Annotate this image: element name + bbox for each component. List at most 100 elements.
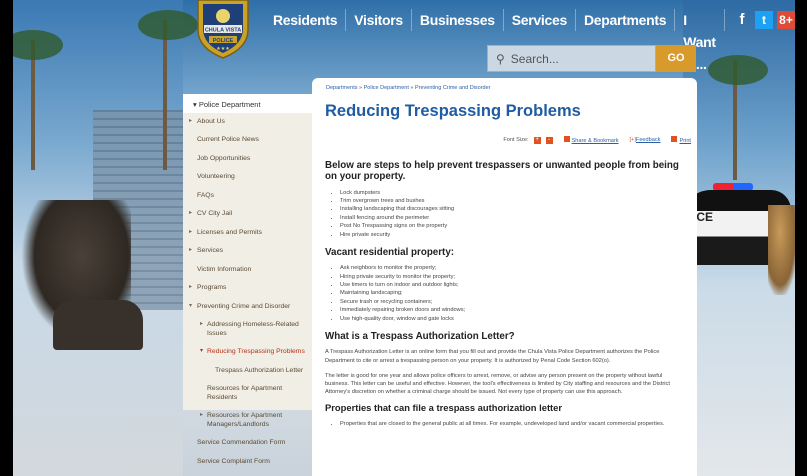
search-input[interactable]: [508, 50, 633, 67]
sidebar-item[interactable]: ▸ Programs: [183, 279, 312, 297]
font-size-label: Font Size:: [503, 137, 529, 143]
twitter-icon[interactable]: t: [755, 10, 773, 29]
search-go-button[interactable]: GO: [656, 45, 696, 72]
search-icon: ⚲: [496, 51, 505, 66]
chevron-right-icon: ▸: [189, 247, 193, 254]
breadcrumb-separator: »: [359, 85, 363, 91]
list-item: Ask neighbors to monitor the property;: [340, 264, 685, 272]
sidebar-item[interactable]: ▸ About Us: [183, 113, 312, 131]
breadcrumb-preventing-crime[interactable]: Preventing Crime and Disorder: [415, 85, 491, 91]
list-item: Post No Trespassing signs on the propert…: [340, 222, 685, 230]
feedback-link[interactable]: Feedback: [636, 137, 661, 143]
breadcrumb: Departments » Police Department » Preven…: [326, 85, 491, 91]
sidebar-items: ▸ About Us Current Police News Job Opportun…: [183, 113, 312, 476]
statue-base: [53, 300, 143, 350]
sidebar-item[interactable]: Service Commendation Form: [183, 434, 312, 452]
font-decrease-button[interactable]: -: [545, 136, 553, 144]
list-item: Lock dumpsters: [340, 189, 685, 197]
sidebar-item-label: Resources for Apartment Managers/Landlor…: [207, 412, 283, 428]
list-item: Properties that are closed to the genera…: [340, 420, 685, 428]
intro-heading: Below are steps to help prevent trespass…: [325, 160, 679, 183]
sidebar-item[interactable]: Service Complaint Form: [183, 453, 312, 471]
print-link[interactable]: Print: [679, 138, 691, 144]
sidebar-item[interactable]: ▸ Licenses and Permits: [183, 224, 312, 242]
chevron-right-icon: ▸: [189, 210, 193, 217]
chevron-down-icon: ▾: [189, 302, 193, 309]
intro-list: Lock dumpstersTrim overgrown trees and b…: [325, 189, 685, 239]
police-dog: [768, 205, 795, 295]
list-item: Maintaining landscaping;: [340, 289, 685, 297]
page-title: Reducing Trespassing Problems: [325, 102, 581, 120]
sidebar-item[interactable]: Resources for Apartment Residents: [183, 380, 312, 407]
letter-paragraph-1: A Trespass Authorization Letter is an on…: [325, 349, 660, 364]
chevron-right-icon: ▸: [189, 118, 193, 124]
sidebar-item[interactable]: ▾ Reducing Trespassing Problems: [183, 343, 312, 361]
sidebar-item[interactable]: Current Police News: [183, 131, 312, 149]
sidebar-item-label: Programs: [197, 284, 227, 292]
sidebar-item[interactable]: Contact Us: [183, 471, 312, 476]
chevron-right-icon: ▸: [200, 321, 204, 328]
nav-visitors[interactable]: Visitors: [346, 8, 412, 31]
list-item: Install fencing around the perimeter: [340, 214, 685, 222]
sidebar-item-label: Victim Information: [197, 265, 252, 273]
share-bookmark-link[interactable]: Share & Bookmark: [572, 138, 619, 144]
nav-residents[interactable]: Residents: [265, 8, 347, 31]
logo-text-top: CHULA VISTA: [205, 28, 241, 34]
sidebar-item[interactable]: Victim Information: [183, 261, 312, 279]
search-field[interactable]: ⚲: [487, 45, 656, 72]
sidebar-item[interactable]: Trespass Authorization Letter: [183, 362, 312, 380]
sidebar-nav: ▾ Police Department ▸ About Us Current Pol…: [183, 94, 312, 465]
sidebar-item[interactable]: Volunteering: [183, 168, 312, 186]
social-links: f t 8+: [733, 10, 795, 29]
list-item: Trim overgrown trees and bushes: [340, 197, 685, 205]
breadcrumb-separator: »: [410, 85, 414, 91]
sidebar-item-label: About Us: [197, 118, 225, 125]
sidebar-item[interactable]: FAQs: [183, 187, 312, 205]
list-item: Immediately repairing broken doors and w…: [340, 306, 685, 314]
google-plus-icon[interactable]: 8+: [777, 10, 795, 29]
properties-list: Properties that are closed to the genera…: [325, 420, 685, 428]
sidebar-item[interactable]: ▸ CV City Jail: [183, 205, 312, 223]
breadcrumb-police-department[interactable]: Police Department: [364, 85, 409, 91]
page-tools: Font Size: + - Share & Bookmark [+]Feedb…: [503, 136, 691, 144]
sidebar-item[interactable]: ▸ Services: [183, 242, 312, 260]
letter-paragraph-2: The letter is good for one year and allo…: [325, 372, 670, 396]
palm-tree: [163, 20, 167, 170]
vacant-heading: Vacant residential property:: [325, 246, 455, 258]
sidebar-item-label: Services: [197, 247, 224, 255]
logo-stars: ★★★: [216, 46, 230, 52]
list-item: Hire private security: [340, 231, 685, 239]
breadcrumb-departments[interactable]: Departments: [326, 85, 358, 91]
print-icon: [671, 136, 678, 142]
sidebar-item[interactable]: ▾ Preventing Crime and Disorder: [183, 298, 312, 316]
search-bar: ⚲ GO: [487, 45, 696, 72]
nav-businesses[interactable]: Businesses: [412, 8, 504, 31]
vacant-list: Ask neighbors to monitor the property;Hi…: [325, 264, 685, 323]
share-icon: [563, 136, 570, 142]
list-item: Use timers to turn on indoor and outdoor…: [340, 281, 685, 289]
sidebar-item[interactable]: ▸ Resources for Apartment Managers/Landlo…: [183, 407, 312, 434]
sidebar-item-label: Reducing Trespassing Problems: [207, 348, 305, 356]
list-item: Hiring private security to monitor the p…: [340, 273, 685, 281]
facebook-icon[interactable]: f: [733, 11, 751, 29]
sidebar-item[interactable]: Job Opportunities: [183, 150, 312, 168]
nav-i-want-to[interactable]: I Want to...: [675, 8, 725, 72]
sidebar-item-label: Trespass Authorization Letter: [215, 366, 304, 374]
list-item: Secure trash or recycling containers;: [340, 298, 685, 306]
sidebar-heading[interactable]: ▾ Police Department: [183, 94, 312, 113]
sidebar-item-label: Licenses and Permits: [197, 228, 262, 236]
sidebar-item-label: Job Opportunities: [197, 154, 251, 162]
top-navigation: Residents Visitors Businesses Services D…: [265, 5, 795, 72]
sidebar-item-label: Volunteering: [197, 173, 235, 181]
nav-services[interactable]: Services: [504, 8, 576, 31]
chula-vista-police-logo[interactable]: CHULA VISTA POLICE ★★★: [192, 0, 254, 60]
chevron-down-icon: ▾: [200, 348, 204, 355]
font-increase-button[interactable]: +: [533, 136, 541, 144]
sidebar-item-label: Resources for Apartment Residents: [207, 385, 283, 401]
page-viewport: ICE CHULA VISTA POLICE ★★★ Residents Vis…: [13, 0, 795, 476]
sidebar-item-label: Current Police News: [197, 136, 259, 144]
sidebar-item[interactable]: ▸ Addressing Homeless-Related Issues: [183, 316, 312, 343]
sidebar-item-label: Addressing Homeless-Related Issues: [207, 321, 299, 337]
nav-departments[interactable]: Departments: [576, 8, 676, 31]
sidebar-item-label: CV City Jail: [197, 210, 233, 218]
